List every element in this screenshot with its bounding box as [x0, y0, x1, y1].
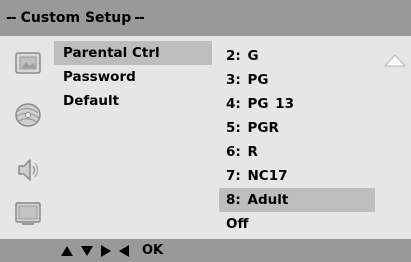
option-label: PGR: [247, 120, 279, 136]
disc-icon[interactable]: [13, 101, 43, 129]
menu-item-label: Parental Ctrl: [63, 45, 160, 61]
rating-option-5[interactable]: 5: PGR: [219, 116, 375, 140]
title-dash-left: --: [6, 10, 17, 26]
osd-window: -- Custom Setup -- Parental Ctrl Passwor…: [0, 0, 411, 262]
option-number: 2:: [226, 48, 241, 64]
bottom-bar: OK: [0, 239, 411, 262]
option-number: 5:: [226, 120, 241, 136]
option-label: R: [247, 144, 258, 160]
rating-option-3[interactable]: 3: PG: [219, 68, 375, 92]
scroll-up-icon[interactable]: [383, 52, 407, 68]
arrow-left-icon: [119, 244, 129, 257]
option-label: G: [247, 48, 259, 64]
side-icon-column: [0, 36, 54, 239]
option-label: NC17: [247, 168, 288, 184]
option-label: PG 13: [247, 96, 294, 112]
menu-item-label: Password: [63, 69, 136, 85]
option-number: 8:: [226, 192, 241, 208]
option-number: 3:: [226, 72, 241, 88]
menu-item-label: Default: [63, 93, 120, 109]
title-dash-right: --: [134, 10, 145, 26]
arrow-up-icon: [61, 245, 73, 256]
option-number: 7:: [226, 168, 241, 184]
screen-icon[interactable]: [13, 199, 43, 227]
ok-hint-label: OK: [142, 243, 164, 258]
option-label: PG: [247, 72, 269, 88]
option-label: Off: [226, 216, 249, 232]
rating-option-7[interactable]: 7: NC17: [219, 164, 375, 188]
nav-hints: OK: [60, 243, 163, 258]
menu-item-default[interactable]: Default: [54, 89, 212, 113]
menu-item-parental-ctrl[interactable]: Parental Ctrl: [54, 41, 212, 65]
rating-option-2[interactable]: 2: G: [219, 44, 375, 68]
rating-option-8[interactable]: 8: Adult: [219, 188, 375, 212]
picture-icon[interactable]: [13, 49, 43, 77]
page-title: Custom Setup: [20, 10, 132, 26]
title-bar: -- Custom Setup --: [0, 0, 411, 36]
arrow-right-icon: [101, 244, 111, 257]
rating-option-4[interactable]: 4: PG 13: [219, 92, 375, 116]
menu-item-password[interactable]: Password: [54, 65, 212, 89]
option-number: 4:: [226, 96, 241, 112]
audio-icon[interactable]: [13, 156, 43, 184]
rating-option-6[interactable]: 6: R: [219, 140, 375, 164]
option-number: 6:: [226, 144, 241, 160]
arrow-down-icon: [81, 245, 93, 256]
rating-option-off[interactable]: Off: [219, 212, 375, 236]
option-label: Adult: [247, 192, 289, 208]
